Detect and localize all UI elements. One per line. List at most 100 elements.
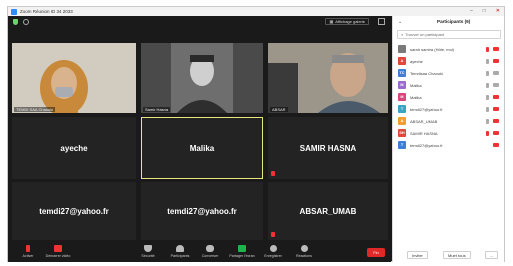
camera-icon xyxy=(493,119,499,123)
participants-icon xyxy=(176,245,184,252)
camera-icon xyxy=(493,107,499,111)
camera-icon xyxy=(493,131,499,135)
participant-row[interactable]: Ttemdi27@yahoo.fr xyxy=(393,103,505,115)
participant-row[interactable]: M Malika xyxy=(393,91,505,103)
video-tile[interactable]: ABSAR xyxy=(268,43,388,113)
tile-name-label: Samir Hasna xyxy=(143,107,171,112)
participant-name: ABSAR_UMAB xyxy=(299,206,357,216)
fullscreen-icon[interactable] xyxy=(378,18,385,25)
mic-icon xyxy=(486,94,489,100)
participant-row[interactable]: Ttemdi27@yahoo.fr xyxy=(393,139,505,151)
window-controls: – □ ✕ xyxy=(470,8,500,14)
meeting-area: ▦ Affichage galerie TEMDI SAA Chaouki Sa… xyxy=(8,16,391,262)
avatar: SH xyxy=(398,129,406,137)
participant-name: temdi27@yahoo.fr xyxy=(167,206,237,216)
gallery-view-button[interactable]: ▦ Affichage galerie xyxy=(325,18,369,25)
camera-icon xyxy=(493,83,499,87)
chevron-down-icon[interactable]: ⌄ xyxy=(398,19,402,25)
participants-panel: ⌄ Participants (9) ⌕ Trouver un particip… xyxy=(392,16,504,262)
participant-name: SAMIR HASNA xyxy=(299,143,357,153)
invite-button[interactable]: Inviter xyxy=(407,251,428,259)
participant-row[interactable]: SH SAMIR HASNA xyxy=(393,127,505,139)
participants-button[interactable]: Participants xyxy=(166,245,194,258)
tile-name-label: ABSAR xyxy=(270,107,288,112)
participant-name: ABSAR_UMAB xyxy=(410,118,438,124)
video-tile[interactable]: TEMDI SAA Chaouki xyxy=(12,43,136,116)
smiley-icon xyxy=(300,245,308,252)
chat-bubble-icon xyxy=(206,245,214,252)
mic-icon xyxy=(486,58,489,64)
participant-tile[interactable]: ayeche xyxy=(12,117,136,179)
panel-title: Participants (9) xyxy=(437,19,471,24)
muted-mic-icon xyxy=(271,232,275,237)
avatar xyxy=(398,45,406,53)
avatar: M xyxy=(398,81,406,89)
panel-footer: Inviter Muet tous ... xyxy=(393,248,505,262)
start-video-button[interactable]: Démarrer vidéo xyxy=(44,245,72,258)
maximize-icon[interactable]: □ xyxy=(483,8,486,14)
participant-row[interactable]: Aayeche xyxy=(393,55,505,67)
unmute-button[interactable]: Activer xyxy=(14,245,42,258)
participant-name: Temdisaa Chaouki xyxy=(410,70,443,76)
window-title: Zoom Réunion ID 34 2033 xyxy=(20,9,73,14)
record-button[interactable]: Enregistrer xyxy=(259,245,287,258)
avatar: TC xyxy=(398,69,406,77)
participant-tile[interactable]: temdi27@yahoo.fr xyxy=(12,182,136,240)
camera-icon xyxy=(493,95,499,99)
close-icon[interactable]: ✕ xyxy=(496,8,500,14)
camera-icon xyxy=(493,47,499,51)
title-bar: Zoom Réunion ID 34 2033 – □ ✕ xyxy=(8,7,504,16)
gallery-view-label: Affichage galerie xyxy=(335,19,365,24)
reactions-button[interactable]: Réactions xyxy=(290,245,318,258)
participant-row[interactable]: sarah samira (Hôte, moi) xyxy=(393,43,505,55)
participant-tile-active-speaker[interactable]: Malika xyxy=(141,117,263,179)
participant-name: Malika xyxy=(410,82,422,88)
search-icon: ⌕ xyxy=(401,32,404,37)
participant-name: sarah samira (Hôte, moi) xyxy=(410,46,455,52)
participant-search-input[interactable]: ⌕ Trouver un participant xyxy=(397,30,501,39)
video-off-icon xyxy=(54,245,62,252)
avatar: A xyxy=(398,57,406,65)
chat-button[interactable]: Converser xyxy=(196,245,224,258)
minimize-icon[interactable]: – xyxy=(470,8,473,14)
security-button[interactable]: Sécurité xyxy=(134,245,162,258)
muted-mic-icon xyxy=(271,171,275,176)
mic-icon xyxy=(486,130,489,136)
meeting-toolbar: Activer Démarrer vidéo Sécurité Particip… xyxy=(8,243,391,262)
camera-icon xyxy=(493,59,499,63)
participant-video xyxy=(268,43,388,113)
participant-tile[interactable]: ABSAR_UMAB xyxy=(268,182,388,240)
end-meeting-button[interactable]: Fin xyxy=(367,248,385,257)
participant-name: ayeche xyxy=(60,143,88,153)
muted-mic-icon xyxy=(26,245,30,252)
mute-all-button[interactable]: Muet tous xyxy=(443,251,471,259)
shield-icon xyxy=(144,245,152,252)
security-shield-icon[interactable] xyxy=(13,19,18,25)
participant-video xyxy=(12,43,136,116)
avatar: T xyxy=(398,105,406,113)
participant-name: Malika xyxy=(410,94,422,100)
participant-tile[interactable]: SAMIR HASNA xyxy=(268,117,388,179)
search-placeholder: Trouver un participant xyxy=(405,32,445,37)
mic-icon xyxy=(486,46,489,52)
info-icon[interactable] xyxy=(23,19,29,25)
mic-icon xyxy=(486,70,489,76)
participant-tile[interactable]: temdi27@yahoo.fr xyxy=(141,182,263,240)
share-screen-icon xyxy=(238,245,246,252)
mic-icon xyxy=(486,106,489,112)
meeting-topbar: ▦ Affichage galerie xyxy=(8,16,391,28)
participant-row[interactable]: TC Temdisaa Chaouki xyxy=(393,67,505,79)
participant-name: SAMIR HASNA xyxy=(410,130,438,136)
avatar: M xyxy=(398,93,406,101)
participant-name: ayeche xyxy=(410,58,423,64)
participant-row[interactable]: M Malika xyxy=(393,79,505,91)
participant-name: temdi27@yahoo.fr xyxy=(39,206,109,216)
zoom-window: Zoom Réunion ID 34 2033 – □ ✕ ▦ Affichag… xyxy=(7,6,505,262)
more-options-button[interactable]: ... xyxy=(485,251,499,259)
participant-row[interactable]: A ABSAR_UMAB xyxy=(393,115,505,127)
video-tile[interactable]: Samir Hasna xyxy=(141,43,263,113)
record-icon xyxy=(269,245,277,252)
participant-name: temdi27@yahoo.fr xyxy=(410,142,443,148)
share-screen-button[interactable]: Partager l'écran xyxy=(228,245,256,258)
camera-icon xyxy=(493,143,499,147)
